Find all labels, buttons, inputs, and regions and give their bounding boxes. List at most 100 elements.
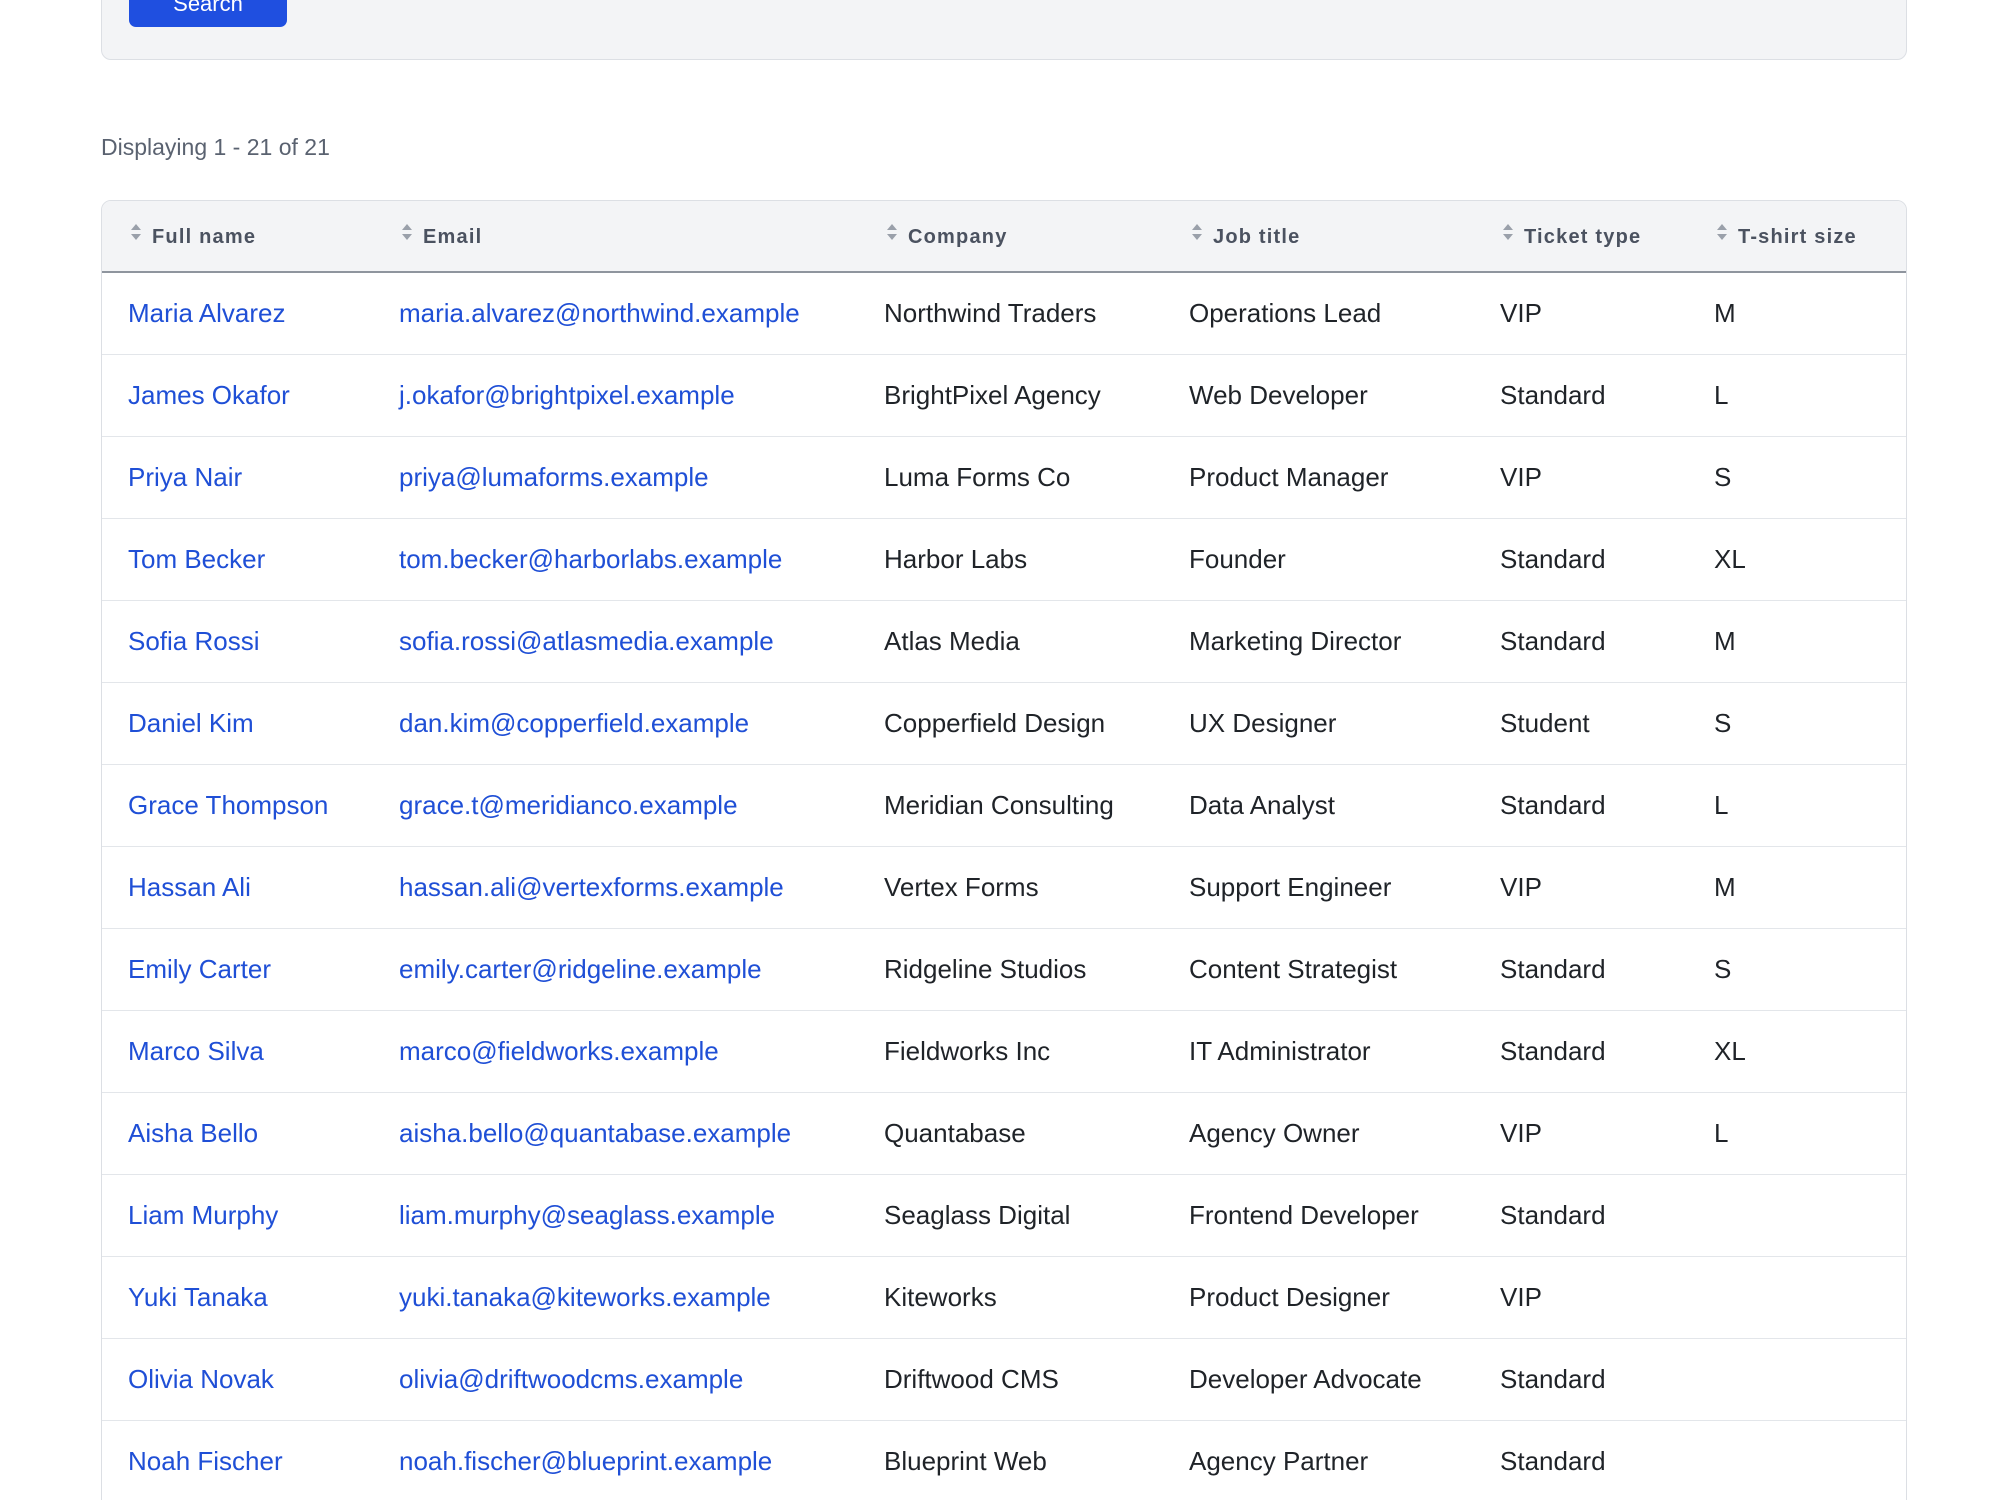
cell-t-shirt-size: L — [1714, 789, 1729, 820]
cell-company: Vertex Forms — [884, 871, 1039, 902]
column-header-company[interactable]: Company — [858, 201, 1163, 272]
column-header-ticket-type[interactable]: Ticket type — [1474, 201, 1688, 272]
cell-full-name-link[interactable]: Daniel Kim — [102, 682, 373, 764]
table-row: Grace Thompson grace.t@meridianco.example… — [102, 764, 1906, 846]
cell-email-link[interactable]: hassan.ali@vertexforms.example — [373, 846, 858, 928]
sort-icon — [1502, 223, 1514, 241]
attendee-list-page: Search Displaying 1 - 21 of 21 Full name… — [0, 0, 2000, 1500]
cell-full-name-link[interactable]: Yuki Tanaka — [102, 1256, 373, 1338]
cell-ticket-type: Standard — [1500, 1035, 1606, 1066]
cell-full-name-link[interactable]: Aisha Bello — [102, 1092, 373, 1174]
cell-t-shirt-size: L — [1714, 1117, 1729, 1148]
sort-icon — [1716, 223, 1728, 241]
cell-company: Meridian Consulting — [884, 789, 1114, 820]
cell-ticket-type: Standard — [1500, 1199, 1606, 1230]
cell-job-title: Product Manager — [1189, 461, 1389, 492]
column-header-label: Email — [423, 226, 483, 248]
cell-company: Quantabase — [884, 1117, 1026, 1148]
cell-company: BrightPixel Agency — [884, 379, 1101, 410]
cell-job-title: Web Developer — [1189, 379, 1368, 410]
cell-t-shirt-size: S — [1714, 707, 1732, 738]
cell-t-shirt-size: M — [1714, 625, 1736, 656]
cell-full-name-link[interactable]: Maria Alvarez — [102, 272, 373, 354]
sort-icon — [401, 223, 413, 241]
cell-ticket-type: VIP — [1500, 297, 1542, 328]
cell-ticket-type: Standard — [1500, 1445, 1606, 1476]
attendees-table-container: Full name Email Company Job title Ticket typ… — [101, 200, 1907, 1500]
table-row: Tom Becker tom.becker@harborlabs.example H… — [102, 518, 1906, 600]
table-body: Maria Alvarez maria.alvarez@northwind.exa… — [102, 272, 1906, 1500]
cell-email-link[interactable]: emily.carter@ridgeline.example — [373, 928, 858, 1010]
cell-email-link[interactable]: noah.fischer@blueprint.example — [373, 1420, 858, 1500]
cell-job-title: Agency Partner — [1189, 1445, 1369, 1476]
cell-email-link[interactable]: marco@fieldworks.example — [373, 1010, 858, 1092]
column-header-t-shirt-size[interactable]: T-shirt size — [1688, 201, 1906, 272]
cell-t-shirt-size: S — [1714, 953, 1732, 984]
cell-email-link[interactable]: maria.alvarez@northwind.example — [373, 272, 858, 354]
column-header-email[interactable]: Email — [373, 201, 858, 272]
table-row: Maria Alvarez maria.alvarez@northwind.exa… — [102, 272, 1906, 354]
cell-job-title: Data Analyst — [1189, 789, 1335, 820]
cell-email-link[interactable]: aisha.bello@quantabase.example — [373, 1092, 858, 1174]
column-header-full-name[interactable]: Full name — [102, 201, 373, 272]
cell-job-title: Frontend Developer — [1189, 1199, 1419, 1230]
cell-t-shirt-size: L — [1714, 379, 1729, 410]
cell-company: Northwind Traders — [884, 297, 1097, 328]
cell-email-link[interactable]: tom.becker@harborlabs.example — [373, 518, 858, 600]
cell-full-name-link[interactable]: Hassan Ali — [102, 846, 373, 928]
column-header-label: T-shirt size — [1738, 226, 1857, 248]
cell-full-name-link[interactable]: Marco Silva — [102, 1010, 373, 1092]
cell-email-link[interactable]: sofia.rossi@atlasmedia.example — [373, 600, 858, 682]
cell-full-name-link[interactable]: Priya Nair — [102, 436, 373, 518]
cell-ticket-type: VIP — [1500, 461, 1542, 492]
cell-full-name-link[interactable]: Noah Fischer — [102, 1420, 373, 1500]
cell-ticket-type: VIP — [1500, 1281, 1542, 1312]
cell-full-name-link[interactable]: Emily Carter — [102, 928, 373, 1010]
column-header-job-title[interactable]: Job title — [1163, 201, 1474, 272]
cell-full-name-link[interactable]: James Okafor — [102, 354, 373, 436]
table-row: Hassan Ali hassan.ali@vertexforms.example… — [102, 846, 1906, 928]
cell-company: Ridgeline Studios — [884, 953, 1087, 984]
sort-icon — [130, 223, 142, 241]
cell-full-name-link[interactable]: Grace Thompson — [102, 764, 373, 846]
table-header-row: Full name Email Company Job title Ticket typ… — [102, 201, 1906, 272]
sort-icon — [1191, 223, 1203, 241]
cell-email-link[interactable]: j.okafor@brightpixel.example — [373, 354, 858, 436]
cell-company: Copperfield Design — [884, 707, 1106, 738]
cell-t-shirt-size: M — [1714, 297, 1736, 328]
cell-t-shirt-size: M — [1714, 871, 1736, 902]
column-header-label: Full name — [152, 226, 257, 248]
cell-email-link[interactable]: grace.t@meridianco.example — [373, 764, 858, 846]
table-row: Yuki Tanaka yuki.tanaka@kiteworks.example… — [102, 1256, 1906, 1338]
cell-company: Blueprint Web — [884, 1445, 1047, 1476]
table-row: Olivia Novak olivia@driftwoodcms.example D… — [102, 1338, 1906, 1420]
table-row: James Okafor j.okafor@brightpixel.example… — [102, 354, 1906, 436]
cell-company: Harbor Labs — [884, 543, 1028, 574]
cell-job-title: UX Designer — [1189, 707, 1337, 738]
cell-company: Fieldworks Inc — [884, 1035, 1051, 1066]
cell-ticket-type: Student — [1500, 707, 1590, 738]
search-button[interactable]: Search — [129, 0, 287, 27]
cell-job-title: Founder — [1189, 543, 1286, 574]
cell-email-link[interactable]: priya@lumaforms.example — [373, 436, 858, 518]
cell-ticket-type: Standard — [1500, 789, 1606, 820]
cell-email-link[interactable]: olivia@driftwoodcms.example — [373, 1338, 858, 1420]
column-header-label: Job title — [1213, 226, 1301, 248]
cell-t-shirt-size — [1688, 1338, 1906, 1420]
cell-full-name-link[interactable]: Olivia Novak — [102, 1338, 373, 1420]
cell-ticket-type: Standard — [1500, 625, 1606, 656]
cell-email-link[interactable]: liam.murphy@seaglass.example — [373, 1174, 858, 1256]
cell-t-shirt-size: XL — [1714, 1035, 1746, 1066]
sort-icon — [886, 223, 898, 241]
cell-job-title: Operations Lead — [1189, 297, 1382, 328]
cell-job-title: Product Designer — [1189, 1281, 1390, 1312]
cell-job-title: IT Administrator — [1189, 1035, 1371, 1066]
cell-email-link[interactable]: yuki.tanaka@kiteworks.example — [373, 1256, 858, 1338]
cell-ticket-type: Standard — [1500, 953, 1606, 984]
cell-full-name-link[interactable]: Sofia Rossi — [102, 600, 373, 682]
cell-full-name-link[interactable]: Tom Becker — [102, 518, 373, 600]
cell-ticket-type: Standard — [1500, 1363, 1606, 1394]
cell-full-name-link[interactable]: Liam Murphy — [102, 1174, 373, 1256]
cell-email-link[interactable]: dan.kim@copperfield.example — [373, 682, 858, 764]
column-header-label: Ticket type — [1524, 226, 1642, 248]
